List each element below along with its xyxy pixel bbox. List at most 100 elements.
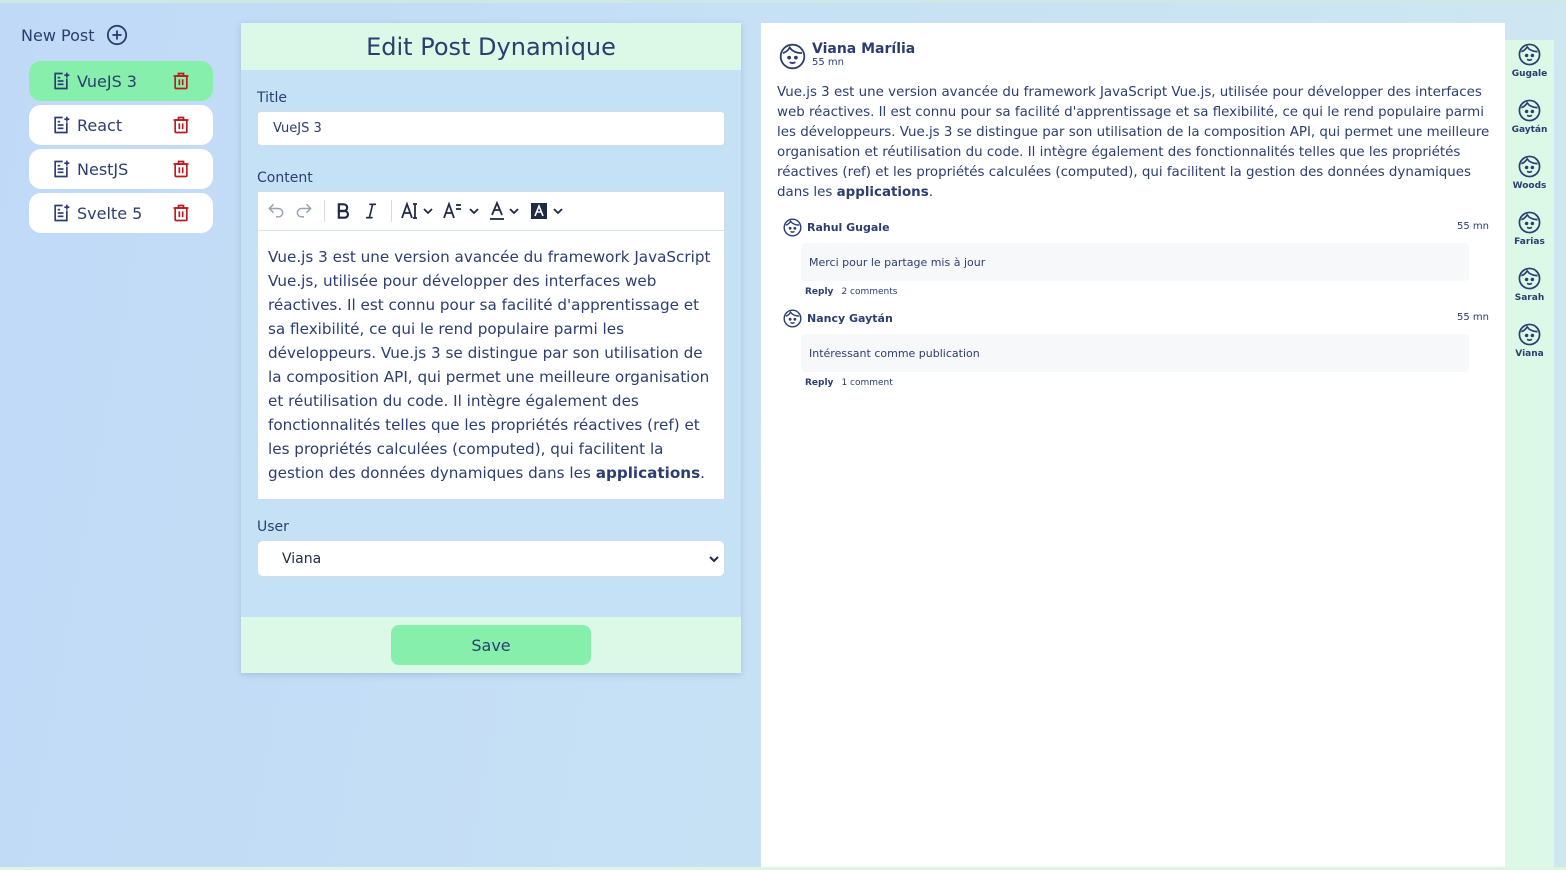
comment-header: Rahul Gugale 55 mn	[783, 217, 1489, 237]
post-item-label: Svelte 5	[77, 203, 143, 223]
content-text[interactable]: Vue.js 3 est une version avancée du fram…	[258, 231, 724, 499]
face-avatar-icon	[779, 43, 806, 70]
user-select-value: Viana	[282, 550, 322, 567]
face-avatar-icon	[783, 308, 802, 328]
trash-icon[interactable]	[171, 115, 191, 135]
comments-count-link[interactable]: 2 comments	[841, 287, 897, 297]
editor-heading: Edit Post Dynamique	[366, 32, 616, 61]
title-label: Title	[257, 90, 288, 106]
comment-actions: Reply 2 comments	[805, 287, 1489, 297]
post-body-end: .	[928, 185, 933, 200]
content-text-body: Vue.js 3 est une version avancée du fram…	[268, 248, 711, 482]
post-item-vuejs[interactable]: VueJS 3	[29, 61, 213, 101]
comment-time: 55 mn	[1457, 312, 1489, 323]
rail-user-gaytan[interactable]: Gaytán	[1505, 99, 1554, 135]
toolbar-divider	[324, 200, 325, 222]
comment-time: 55 mn	[1457, 221, 1489, 232]
redo-icon	[296, 203, 312, 218]
font-size-button[interactable]	[400, 198, 434, 224]
comments-count-link[interactable]: 1 comment	[841, 378, 892, 388]
face-avatar-icon	[1518, 43, 1541, 66]
post-body-bold: applications	[836, 185, 929, 200]
italic-button[interactable]	[361, 198, 381, 224]
chevron-down-icon	[709, 556, 719, 563]
highlight-color-icon	[531, 203, 563, 219]
face-avatar-icon	[1518, 99, 1541, 122]
content-label: Content	[257, 170, 313, 186]
post-preview: Viana Marília 55 mn Vue.js 3 est une ver…	[761, 23, 1505, 867]
font-color-icon	[490, 201, 519, 220]
rail-user-farias[interactable]: Farias	[1505, 211, 1554, 247]
post-item-label: React	[77, 115, 123, 135]
line-height-button[interactable]	[442, 198, 480, 224]
user-select[interactable]: Viana	[257, 540, 725, 577]
document-plus-icon	[54, 72, 70, 90]
undo-button[interactable]	[266, 198, 286, 224]
comment-actions: Reply 1 comment	[805, 378, 1489, 388]
editor-header: Edit Post Dynamique	[241, 23, 741, 70]
save-button[interactable]: Save	[391, 625, 591, 665]
post-time: 55 mn	[812, 57, 844, 68]
bold-icon	[337, 203, 349, 219]
content-text-end: .	[700, 464, 705, 482]
rail-user-gugale[interactable]: Gugale	[1505, 43, 1554, 79]
comment: Nancy Gaytán 55 mn Intéressant comme pub…	[783, 308, 1489, 388]
face-avatar-icon	[1518, 211, 1541, 234]
italic-icon	[366, 203, 376, 219]
plus-circle-icon[interactable]	[106, 24, 128, 46]
trash-icon[interactable]	[171, 71, 191, 91]
users-rail: Gugale Gaytán Woods Farias Sarah Viana	[1505, 40, 1554, 867]
content-editor[interactable]: Vue.js 3 est une version avancée du fram…	[257, 191, 725, 500]
author-name: Viana Marília	[812, 41, 916, 57]
line-height-icon	[443, 201, 479, 219]
rail-user-name: Gugale	[1511, 69, 1548, 79]
document-plus-icon	[54, 204, 70, 222]
reply-link[interactable]: Reply	[805, 287, 833, 297]
rail-user-name: Woods	[1512, 181, 1547, 191]
comment-text: Merci pour le partage mis à jour	[801, 243, 1469, 281]
post-item-label: VueJS 3	[77, 71, 137, 91]
post-item-react[interactable]: React	[29, 105, 213, 145]
undo-icon	[268, 203, 284, 218]
new-post-button[interactable]: New Post	[21, 24, 128, 46]
top-border	[0, 0, 1566, 3]
editor-footer: Save	[241, 617, 741, 673]
reply-link[interactable]: Reply	[805, 378, 833, 388]
rail-user-name: Sarah	[1514, 293, 1545, 303]
trash-icon[interactable]	[171, 203, 191, 223]
face-avatar-icon	[783, 217, 802, 237]
post-body: Vue.js 3 est une version avancée du fram…	[777, 83, 1493, 203]
rail-user-sarah[interactable]: Sarah	[1505, 267, 1554, 303]
title-input[interactable]	[257, 111, 725, 146]
rail-user-viana[interactable]: Viana	[1505, 323, 1554, 359]
document-plus-icon	[54, 116, 70, 134]
post-list: VueJS 3 React NestJS Svelte 5	[29, 61, 213, 237]
font-color-button[interactable]	[488, 198, 522, 224]
face-avatar-icon	[1518, 323, 1541, 346]
comment-header: Nancy Gaytán 55 mn	[783, 308, 1489, 328]
comment-author: Nancy Gaytán	[807, 311, 893, 325]
editor-toolbar	[258, 192, 724, 231]
post-item-label: NestJS	[77, 159, 129, 179]
rail-user-name: Farias	[1514, 237, 1545, 247]
post-author: Viana Marília 55 mn	[779, 41, 915, 70]
rail-user-name: Gaytán	[1511, 125, 1548, 135]
post-item-nestjs[interactable]: NestJS	[29, 149, 213, 189]
trash-icon[interactable]	[171, 159, 191, 179]
face-avatar-icon	[1518, 155, 1541, 178]
document-plus-icon	[54, 160, 70, 178]
new-post-label: New Post	[21, 25, 95, 45]
rail-user-woods[interactable]: Woods	[1505, 155, 1554, 191]
face-avatar-icon	[1518, 267, 1541, 290]
bold-button[interactable]	[333, 198, 353, 224]
edit-post-form: Edit Post Dynamique Title Content	[241, 23, 741, 673]
rail-user-name: Viana	[1515, 349, 1544, 359]
comment: Rahul Gugale 55 mn Merci pour le partage…	[783, 217, 1489, 297]
post-item-svelte[interactable]: Svelte 5	[29, 193, 213, 233]
highlight-color-button[interactable]	[530, 198, 566, 224]
comment-text: Intéressant comme publication	[801, 334, 1469, 372]
post-body-text: Vue.js 3 est une version avancée du fram…	[777, 85, 1490, 200]
comment-author: Rahul Gugale	[807, 220, 890, 234]
redo-button[interactable]	[294, 198, 314, 224]
content-bold-text: applications	[595, 464, 701, 482]
